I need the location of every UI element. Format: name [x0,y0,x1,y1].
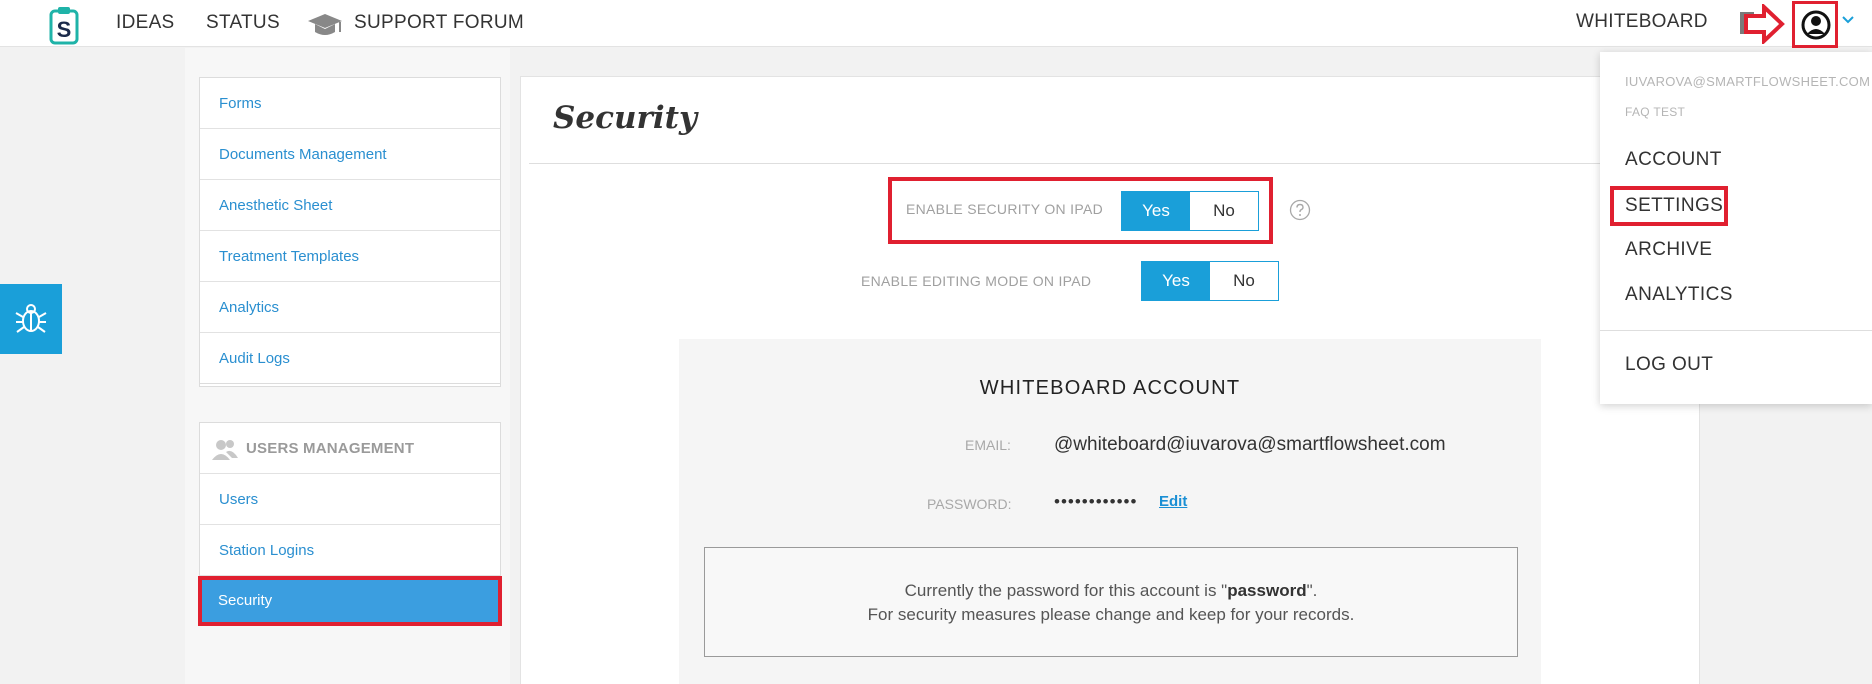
settings-menu: Forms Documents Management Anesthetic Sh… [199,77,501,387]
user-menu-button[interactable] [1792,1,1838,48]
dropdown-clinic-name: FAQ TEST [1625,105,1686,119]
password-value: •••••••••••• [1054,492,1138,511]
svg-text:S: S [57,17,72,42]
graduation-cap-icon [308,14,342,35]
app-logo-icon[interactable]: S [48,6,80,46]
email-value: @whiteboard@iuvarova@smartflowsheet.com [1054,434,1446,455]
enable-security-row: ENABLE SECURITY ON IPAD Yes No [888,177,1273,244]
enable-security-no-option[interactable]: No [1190,192,1258,230]
default-password-text: password [1227,581,1307,600]
page-title: Security [553,100,697,136]
enable-security-yes-option[interactable]: Yes [1122,192,1190,230]
password-notice-line-1: Currently the password for this account … [904,581,1318,600]
nav-ideas-link[interactable]: IDEAS [116,12,175,34]
nav-status-link[interactable]: STATUS [206,12,280,34]
nav-support-forum-link[interactable]: SUPPORT FORUM [354,12,524,34]
sidebar-item-users[interactable]: Users [200,474,500,525]
sidebar-item-documents-management[interactable]: Documents Management [200,129,500,180]
enable-editing-row: ENABLE EDITING MODE ON IPAD Yes No [861,261,1281,301]
sidebar-item-forms[interactable]: Forms [200,78,500,129]
bug-report-tab[interactable] [0,284,62,354]
dropdown-user-email: IUVAROVA@SMARTFLOWSHEET.COM [1625,74,1871,89]
chevron-down-icon[interactable] [1840,14,1856,26]
sidebar-item-station-logins[interactable]: Station Logins [200,525,500,576]
menu-item-account[interactable]: ACCOUNT [1625,149,1722,171]
password-notice: Currently the password for this account … [704,547,1518,657]
bug-icon [15,304,47,333]
user-avatar-icon [1801,10,1831,40]
sidebar-item-security[interactable]: Security [198,576,502,626]
nav-whiteboard-link[interactable]: WHITEBOARD [1576,11,1708,33]
enable-editing-toggle[interactable]: Yes No [1141,261,1279,301]
menu-item-analytics[interactable]: ANALYTICS [1625,284,1733,306]
sidebar-item-analytics[interactable]: Analytics [200,282,500,333]
title-divider [529,163,1697,164]
whiteboard-account-title: WHITEBOARD ACCOUNT [979,377,1241,399]
top-navbar: S IDEAS STATUS SUPPORT FORUM WHITEBOARD [0,0,1872,48]
help-icon[interactable] [1289,199,1311,221]
dropdown-divider [1600,330,1872,331]
security-panel: Security ENABLE SECURITY ON IPAD Yes No … [520,76,1700,684]
password-label: PASSWORD: [927,496,1012,512]
sidebar-item-treatment-templates[interactable]: Treatment Templates [200,231,500,282]
enable-editing-no-option[interactable]: No [1210,262,1278,300]
email-label: EMAIL: [965,437,1011,453]
user-dropdown-menu: IUVAROVA@SMARTFLOWSHEET.COM FAQ TEST ACC… [1600,52,1872,404]
password-notice-line-2: For security measures please change and … [867,605,1355,624]
enable-security-toggle[interactable]: Yes No [1121,191,1259,231]
menu-item-archive[interactable]: ARCHIVE [1625,239,1712,261]
users-icon [212,440,238,461]
users-management-heading: USERS MANAGEMENT [200,423,500,474]
users-management-menu: USERS MANAGEMENT Users Station Logins Se… [198,422,502,626]
sidebar-item-audit-logs[interactable]: Audit Logs [200,333,500,384]
arrow-right-icon [1744,4,1785,44]
sidebar-item-anesthetic-sheet[interactable]: Anesthetic Sheet [200,180,500,231]
edit-password-link[interactable]: Edit [1159,493,1187,510]
enable-editing-yes-option[interactable]: Yes [1142,262,1210,300]
enable-editing-label: ENABLE EDITING MODE ON IPAD [861,273,1092,289]
enable-security-label: ENABLE SECURITY ON IPAD [906,201,1103,217]
menu-item-logout[interactable]: LOG OUT [1625,354,1713,376]
menu-item-settings[interactable]: SETTINGS [1610,186,1728,226]
users-management-label: USERS MANAGEMENT [246,440,415,457]
whiteboard-account-card: WHITEBOARD ACCOUNT EMAIL: @whiteboard@iu… [679,339,1541,684]
